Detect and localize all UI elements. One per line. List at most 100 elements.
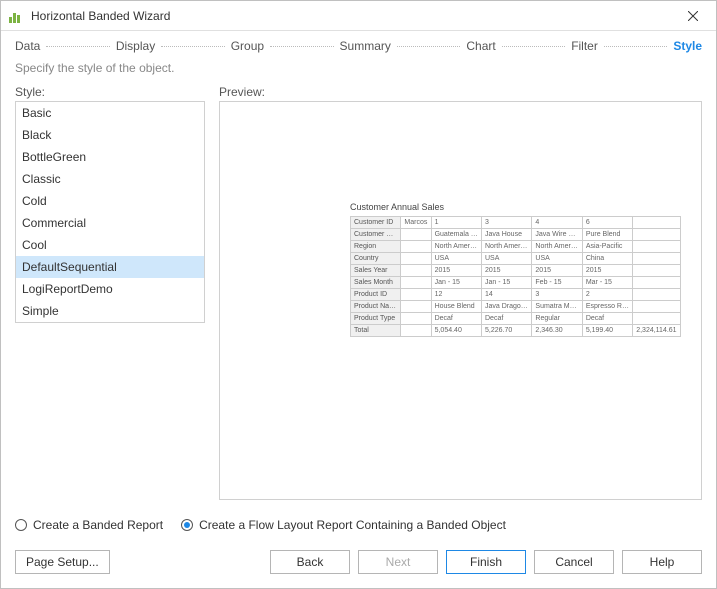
- style-list-panel: BasicBlackBottleGreenClassicColdCommerci…: [15, 101, 205, 323]
- radio-icon: [181, 519, 193, 531]
- preview-cell: 12: [431, 289, 481, 301]
- preview-cell: 5,199.40: [582, 325, 632, 337]
- preview-cell: Regular: [532, 313, 582, 325]
- preview-cell: [633, 277, 681, 289]
- finish-button[interactable]: Finish: [446, 550, 526, 574]
- preview-cell: [633, 265, 681, 277]
- step-separator: [604, 46, 667, 47]
- preview-cell: Jan - 15: [482, 277, 532, 289]
- style-item[interactable]: BottleGreen: [16, 146, 204, 168]
- preview-cell: 2: [582, 289, 632, 301]
- preview-cell: 2015: [431, 265, 481, 277]
- cancel-button[interactable]: Cancel: [534, 550, 614, 574]
- preview-cell: [401, 241, 431, 253]
- preview-cell: [633, 217, 681, 229]
- preview-cell: [633, 313, 681, 325]
- preview-row-header: Total: [351, 325, 401, 337]
- style-item[interactable]: Basic: [16, 102, 204, 124]
- style-list[interactable]: BasicBlackBottleGreenClassicColdCommerci…: [16, 102, 204, 322]
- radio-flow-label: Create a Flow Layout Report Containing a…: [199, 518, 506, 532]
- preview-cell: USA: [482, 253, 532, 265]
- page-setup-button[interactable]: Page Setup...: [15, 550, 110, 574]
- preview-cell: China: [582, 253, 632, 265]
- step-display[interactable]: Display: [116, 39, 155, 53]
- preview-cell: USA: [431, 253, 481, 265]
- preview-cell: Decaf: [582, 313, 632, 325]
- radio-banded-report[interactable]: Create a Banded Report: [15, 518, 163, 532]
- preview-cell: [633, 301, 681, 313]
- preview-cell: 3: [482, 217, 532, 229]
- back-button[interactable]: Back: [270, 550, 350, 574]
- preview-cell: North America: [431, 241, 481, 253]
- preview-cell: Sumatra Mandheli: [532, 301, 582, 313]
- style-item[interactable]: Cold: [16, 190, 204, 212]
- preview-cell: 4: [532, 217, 582, 229]
- preview-cell: 5,226.70: [482, 325, 532, 337]
- step-style[interactable]: Style: [673, 39, 702, 53]
- preview-cell: Mar - 15: [582, 277, 632, 289]
- style-item[interactable]: DefaultSequential: [16, 256, 204, 278]
- window-title: Horizontal Banded Wizard: [31, 9, 678, 23]
- preview-cell: Feb - 15: [532, 277, 582, 289]
- preview-row-header: Product Type: [351, 313, 401, 325]
- preview-label: Preview:: [219, 85, 702, 99]
- preview-cell: Marcos: [401, 217, 431, 229]
- preview-cell: [401, 325, 431, 337]
- close-button[interactable]: [678, 1, 708, 30]
- preview-cell: [633, 229, 681, 241]
- preview-cell: [401, 313, 431, 325]
- preview-cell: [401, 253, 431, 265]
- style-item[interactable]: Classic: [16, 168, 204, 190]
- help-button[interactable]: Help: [622, 550, 702, 574]
- preview-row-header: Region: [351, 241, 401, 253]
- preview-cell: 14: [482, 289, 532, 301]
- step-subtitle: Specify the style of the object.: [1, 59, 716, 85]
- next-button[interactable]: Next: [358, 550, 438, 574]
- step-separator: [161, 46, 224, 47]
- preview-cell: 2015: [532, 265, 582, 277]
- preview-cell: Decaf: [482, 313, 532, 325]
- style-item[interactable]: LogiReportDemo: [16, 278, 204, 300]
- preview-cell: [633, 289, 681, 301]
- style-item[interactable]: Cool: [16, 234, 204, 256]
- step-group[interactable]: Group: [231, 39, 264, 53]
- preview-cell: Decaf: [431, 313, 481, 325]
- preview-cell: Jan - 15: [431, 277, 481, 289]
- preview-table: Customer IDMarcos1346Customer NameGuatem…: [350, 216, 681, 337]
- titlebar: Horizontal Banded Wizard: [1, 1, 716, 31]
- preview-cell: [633, 241, 681, 253]
- preview-cell: Asia-Pacific: [582, 241, 632, 253]
- style-item[interactable]: Simple: [16, 300, 204, 322]
- step-separator: [502, 46, 565, 47]
- preview-cell: [401, 229, 431, 241]
- step-separator: [46, 46, 109, 47]
- radio-flow-report[interactable]: Create a Flow Layout Report Containing a…: [181, 518, 506, 532]
- step-data[interactable]: Data: [15, 39, 40, 53]
- radio-icon: [15, 519, 27, 531]
- preview-cell: North America: [482, 241, 532, 253]
- style-item[interactable]: Black: [16, 124, 204, 146]
- report-type-radios: Create a Banded Report Create a Flow Lay…: [1, 510, 716, 540]
- preview-cell: Espresso Roast: [582, 301, 632, 313]
- step-summary[interactable]: Summary: [340, 39, 391, 53]
- preview-cell: USA: [532, 253, 582, 265]
- preview-cell: 1: [431, 217, 481, 229]
- step-chart[interactable]: Chart: [466, 39, 495, 53]
- preview-row-header: Customer Name: [351, 229, 401, 241]
- style-label: Style:: [15, 85, 205, 99]
- preview-cell: Java Wire Space: [532, 229, 582, 241]
- preview-cell: [401, 265, 431, 277]
- preview-title: Customer Annual Sales: [350, 202, 681, 212]
- preview-cell: Guatemala Coffee: [431, 229, 481, 241]
- preview-cell: Java Dragon Blend: [482, 301, 532, 313]
- radio-banded-label: Create a Banded Report: [33, 518, 163, 532]
- preview-cell: 2015: [482, 265, 532, 277]
- preview-cell: [633, 253, 681, 265]
- preview-row-header: Product Name: [351, 301, 401, 313]
- preview-cell: 6: [582, 217, 632, 229]
- app-icon: [9, 9, 23, 23]
- preview-row-header: Country: [351, 253, 401, 265]
- preview-cell: Java House: [482, 229, 532, 241]
- style-item[interactable]: Commercial: [16, 212, 204, 234]
- step-filter[interactable]: Filter: [571, 39, 598, 53]
